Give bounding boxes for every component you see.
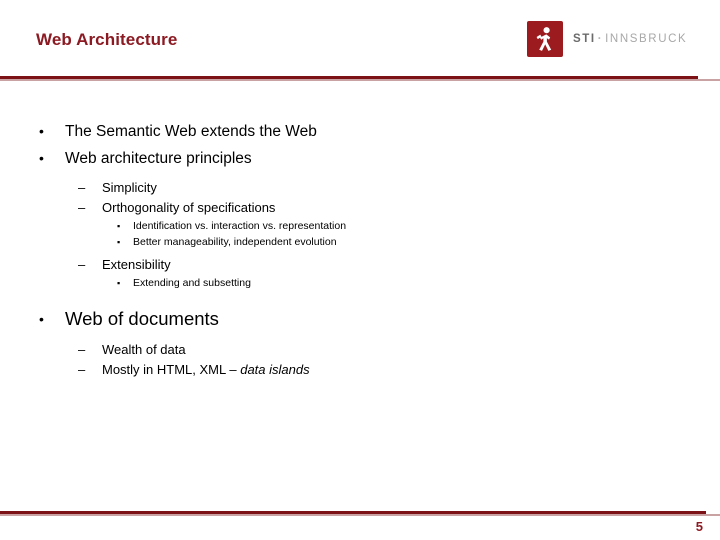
bullet-marker-icon: ▪ (117, 221, 121, 231)
bullet-marker-icon: – (78, 362, 86, 377)
slide: Web Architecture STI · INNSBRUCK • The Se… (0, 0, 720, 540)
sti-figure-icon (527, 21, 563, 57)
bullet-marker-icon: • (39, 123, 44, 139)
bullet-item-level-2: – Wealth of data (78, 340, 720, 360)
bullet-item-level-2: – Extensibility (78, 255, 720, 275)
bullet-item-level-2: – Mostly in HTML, XML – data islands (78, 360, 720, 380)
slide-content: • The Semantic Web extends the Web • Web ar… (0, 118, 720, 380)
bullet-text-emphasis: data islands (240, 362, 310, 377)
bullet-text: Simplicity (102, 180, 157, 195)
bullet-text: Extending and subsetting (133, 277, 251, 289)
logo-text-innsbruck: INNSBRUCK (605, 33, 688, 45)
bullet-text: Orthogonality of specifications (102, 200, 276, 215)
bullet-marker-icon: – (78, 180, 86, 195)
bullet-marker-icon: – (78, 342, 86, 357)
footer-divider-light (0, 514, 720, 516)
bullet-marker-icon: – (78, 200, 86, 215)
bullet-text: Better manageability, independent evolut… (133, 236, 337, 248)
bullet-item-level-2: – Orthogonality of specifications (78, 198, 720, 218)
bullet-text: Identification vs. interaction vs. repre… (133, 220, 347, 232)
bullet-item-level-3: ▪ Better manageability, independent evolu… (117, 234, 720, 250)
bullet-text: The Semantic Web extends the Web (65, 123, 317, 140)
logo-wordmark: STI · INNSBRUCK (573, 33, 687, 45)
logo-text-sti: STI (573, 33, 596, 45)
bullet-marker-icon: ▪ (117, 278, 121, 288)
bullet-item-level-3: ▪ Extending and subsetting (117, 275, 720, 291)
bullet-text: Web architecture principles (65, 150, 252, 167)
bullet-text: Extensibility (102, 257, 171, 272)
bullet-item-level-3: ▪ Identification vs. interaction vs. repr… (117, 218, 720, 234)
bullet-item-level-1: • The Semantic Web extends the Web (38, 118, 720, 145)
bullet-text: Mostly in HTML, XML – (102, 362, 241, 377)
logo-text-separator: · (597, 33, 604, 45)
bullet-item-level-1: • Web architecture principles (38, 145, 720, 172)
bullet-text: Wealth of data (102, 342, 186, 357)
page-number: 5 (695, 519, 703, 534)
bullet-marker-icon: • (39, 150, 44, 166)
bullet-marker-icon: ▪ (117, 237, 121, 247)
page-title: Web Architecture (36, 30, 178, 49)
bullet-marker-icon: • (39, 311, 44, 327)
bullet-item-level-2: – Simplicity (78, 178, 720, 198)
sti-innsbruck-logo: STI · INNSBRUCK (527, 21, 687, 57)
bullet-text: Web of documents (65, 308, 219, 329)
header-divider-light (0, 79, 720, 81)
bullet-marker-icon: – (78, 257, 86, 272)
bullet-item-level-1: • Web of documents (38, 304, 720, 334)
